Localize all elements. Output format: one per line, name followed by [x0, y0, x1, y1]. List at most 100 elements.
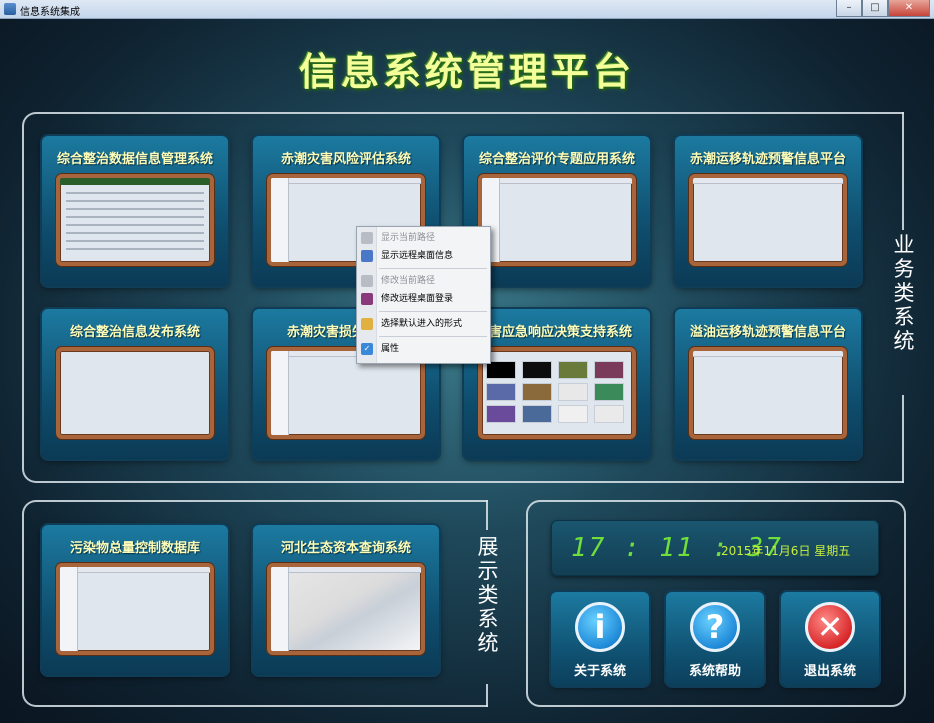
thumbnail-cell [558, 361, 588, 379]
thumbnail-cell [594, 383, 624, 401]
toolbar-bar [60, 178, 210, 185]
table-row [66, 192, 204, 194]
menu-item-properties[interactable]: ✓ 属性 [357, 340, 492, 358]
menu-item-modify-path[interactable]: 修改当前路径 [357, 272, 492, 290]
thumbnail-cell [486, 405, 516, 423]
about-system-label: 关于系统 [573, 664, 626, 679]
menu-separator [379, 268, 487, 269]
clock-panel: 17 : 11 : 37 2015年11月6日 星期五 [551, 520, 879, 576]
app-icon [4, 3, 16, 15]
thumbnail-cell [558, 383, 588, 401]
frame-divider [902, 395, 904, 483]
menu-separator [379, 311, 487, 312]
system-tile-oil-spill-trajectory[interactable]: 溢油运移轨迹预警信息平台 [675, 309, 861, 459]
tile-title: 综合整治评价专题应用系统 [478, 152, 635, 167]
table-row [66, 208, 204, 210]
maximize-button[interactable]: □ [862, 0, 888, 17]
display-systems-label: 展示类系统 [477, 535, 499, 655]
system-help-button[interactable]: ? 系统帮助 [666, 592, 764, 686]
thumbnail-cell [594, 361, 624, 379]
system-tile-eco-capital-query[interactable]: 河北生态资本查询系统 [253, 525, 439, 675]
thumbnail-cell [486, 383, 516, 401]
thumbnail-cell [558, 405, 588, 423]
clock-date: 2015年11月6日 星期五 [721, 544, 851, 558]
system-tile-red-tide-trajectory[interactable]: 赤潮运移轨迹预警信息平台 [675, 136, 861, 286]
help-icon: ? [690, 602, 740, 652]
menu-item-show-remote-desktop[interactable]: 显示远程桌面信息 [357, 247, 492, 265]
system-screenshot [56, 174, 214, 266]
system-screenshot [267, 563, 425, 655]
screenshot-sidebar [271, 178, 289, 262]
folder-icon [361, 232, 373, 244]
page-title: 信息系统管理平台 [298, 50, 635, 94]
menu-item-label: 显示远程桌面信息 [381, 251, 454, 261]
system-screenshot [478, 347, 636, 439]
table-row [66, 200, 204, 202]
system-tile-pollutant-database[interactable]: 污染物总量控制数据库 [42, 525, 228, 675]
menu-item-label: 显示当前路径 [381, 233, 436, 243]
screenshot-toolbar [693, 351, 843, 357]
table-row [66, 248, 204, 250]
thumbnail-cell [522, 405, 552, 423]
close-window-button[interactable]: ✕ [888, 0, 930, 17]
business-systems-label: 业务类系统 [893, 233, 915, 353]
tile-title: 综合整治信息发布系统 [69, 325, 200, 340]
minimize-button[interactable]: – [836, 0, 862, 17]
menu-item-default-entry-form[interactable]: 选择默认进入的形式 [357, 315, 492, 333]
tile-title: 赤潮运移轨迹预警信息平台 [689, 152, 846, 167]
exit-system-button[interactable]: ✕ 退出系统 [781, 592, 879, 686]
login-icon [361, 293, 373, 305]
menu-item-modify-remote-login[interactable]: 修改远程桌面登录 [357, 290, 492, 308]
tile-title: 污染物总量控制数据库 [69, 541, 200, 556]
table-row [66, 224, 204, 226]
menu-item-label: 属性 [381, 344, 400, 354]
frame-divider [486, 500, 488, 530]
screenshot-toolbar [482, 178, 632, 184]
screenshot-sidebar [60, 567, 78, 651]
main-stage: 信息系统管理平台 业务类系统 展示类系统 综合整治数据信息管理系统 赤潮灾害风险… [0, 19, 934, 723]
system-help-label: 系统帮助 [688, 664, 741, 679]
window-title: 信息系统集成 [20, 7, 80, 18]
menu-item-label: 选择默认进入的形式 [381, 319, 463, 329]
menu-separator [379, 336, 487, 337]
system-tile-publishing[interactable]: 综合整治信息发布系统 [42, 309, 228, 459]
screenshot-sidebar [271, 567, 289, 651]
thumbnail-cell [522, 361, 552, 379]
system-tile-integrated-data[interactable]: 综合整治数据信息管理系统 [42, 136, 228, 286]
tile-title: 赤潮灾害风险评估系统 [280, 152, 411, 167]
tile-title: 河北生态资本查询系统 [280, 541, 411, 556]
screenshot-sidebar [271, 351, 289, 435]
folder-open-icon [361, 318, 373, 330]
exit-system-label: 退出系统 [803, 664, 856, 679]
system-screenshot [478, 174, 636, 266]
info-icon [361, 250, 373, 262]
frame-divider [902, 112, 904, 230]
system-screenshot [689, 174, 847, 266]
system-screenshot [689, 347, 847, 439]
context-menu: 显示当前路径 显示远程桌面信息 修改当前路径 修改远程桌面登录 选择默认进入的形… [356, 226, 491, 364]
tile-title: 溢油运移轨迹预警信息平台 [689, 325, 846, 340]
screenshot-toolbar [693, 178, 843, 184]
table-row [66, 232, 204, 234]
about-system-button[interactable]: i 关于系统 [551, 592, 649, 686]
menu-item-show-path[interactable]: 显示当前路径 [357, 229, 492, 247]
tile-title: 综合整治数据信息管理系统 [56, 152, 213, 167]
close-icon: ✕ [805, 602, 855, 652]
system-screenshot [56, 563, 214, 655]
system-screenshot [56, 347, 214, 439]
screenshot-toolbar [271, 178, 421, 184]
window-controls: – □ ✕ [836, 0, 930, 18]
table-row [66, 240, 204, 242]
menu-item-label: 修改远程桌面登录 [381, 294, 454, 304]
thumbnail-cell [522, 383, 552, 401]
screenshot-toolbar [60, 567, 210, 573]
thumbnail-cell [594, 405, 624, 423]
window-titlebar: 信息系统集成 – □ ✕ [0, 0, 934, 19]
frame-divider [486, 684, 488, 707]
tools-icon [361, 275, 373, 287]
checkbox-icon: ✓ [361, 343, 373, 355]
table-row [66, 216, 204, 218]
info-icon: i [575, 602, 625, 652]
menu-item-label: 修改当前路径 [381, 276, 436, 286]
screenshot-toolbar [271, 567, 421, 573]
